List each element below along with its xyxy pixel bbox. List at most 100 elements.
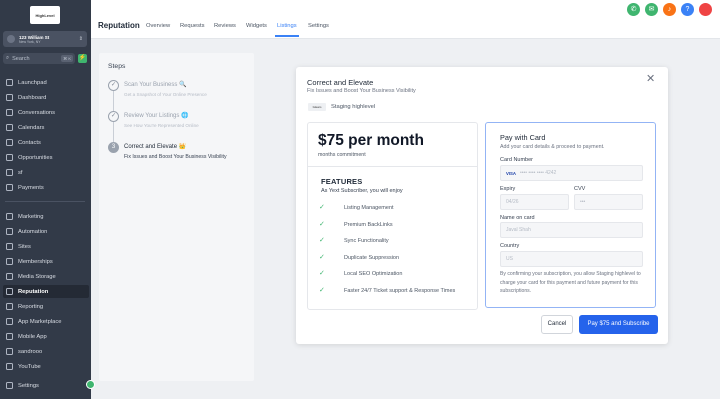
sidebar-item-label: Sites (18, 243, 31, 250)
feature-label: Listing Management (344, 205, 394, 211)
feature-label: Sync Functionality (344, 238, 389, 244)
bell-icon[interactable]: ♪ (663, 3, 676, 16)
rocket-icon (6, 79, 13, 86)
sidebar-item-sites[interactable]: Sites (3, 240, 89, 253)
brand-logo[interactable]: HighLevel (30, 6, 60, 24)
sidebar-item-label: Opportunities (18, 154, 53, 161)
sidebar-item-settings[interactable]: Settings (3, 379, 89, 392)
dashboard-icon (6, 94, 13, 101)
business-name: Staging highlevel (331, 104, 376, 110)
name-on-card-label: Name on card (500, 215, 535, 221)
cvv-label: CVV (574, 186, 586, 192)
sidebar-item-sandrooo[interactable]: sandrooo (3, 345, 89, 358)
step-title[interactable]: Review Your Listings 🌐 (124, 112, 189, 119)
mobile-icon (6, 333, 13, 340)
check-icon: ✓ (319, 270, 325, 277)
chat-icon (6, 109, 13, 116)
feature-item: ✓ Listing Management (319, 204, 462, 212)
sidebar-item-label: Mobile App (18, 333, 47, 340)
sidebar-item-contacts[interactable]: Contacts (3, 136, 89, 149)
sidebar-item-conversations[interactable]: Conversations (3, 106, 89, 119)
youtube-icon (6, 363, 13, 370)
calendar-icon (6, 124, 13, 131)
sidebar-item-label: Settings (18, 382, 39, 389)
features-heading: FEATURES (321, 177, 363, 186)
close-icon[interactable]: ✕ (646, 74, 655, 85)
subscription-dialog: Correct and Elevate Fix Issues and Boost… (296, 67, 668, 344)
location-name: 123 William St (19, 34, 50, 40)
tab-settings[interactable]: Settings (308, 23, 329, 29)
sidebar: HighLevel 123 William St New York, NY ⇕ … (0, 0, 95, 399)
search-shortcut: ⌘ K (61, 55, 73, 62)
feature-label: Faster 24/7 Ticket support & Response Ti… (344, 288, 456, 294)
sidebar-search[interactable]: ⌕ Search ⌘ K (3, 53, 75, 64)
sidebar-item-marketing[interactable]: Marketing (3, 210, 89, 223)
step-title[interactable]: Scan Your Business 🔍 (124, 81, 187, 88)
sidebar-item-label: Contacts (18, 139, 41, 146)
help-icon[interactable]: ? (681, 3, 694, 16)
check-icon: ✓ (319, 254, 325, 261)
search-icon: ⌕ (6, 55, 10, 61)
cvv-field[interactable]: ••• (574, 194, 643, 210)
sidebar-item-automation[interactable]: Automation (3, 225, 89, 238)
name-on-card-field[interactable]: Javal Shah (500, 222, 643, 238)
brand-logo-text: HighLevel (35, 12, 55, 18)
sidebar-item-sf[interactable]: sf (3, 166, 89, 179)
card-number-value: •••• •••• •••• 4242 (520, 170, 557, 176)
sites-icon (6, 243, 13, 250)
tab-widgets[interactable]: Widgets (246, 23, 267, 29)
sidebar-item-launchpad[interactable]: Launchpad (3, 76, 89, 89)
card-number-label: Card Number (500, 157, 534, 163)
card-number-field[interactable]: VISA •••• •••• •••• 4242 (500, 165, 643, 181)
tab-reviews[interactable]: Reviews (214, 23, 236, 29)
sidebar-item-label: App Marketplace (18, 318, 62, 325)
sidebar-divider (5, 201, 85, 202)
quick-action-icon[interactable]: ⚡ (78, 54, 87, 63)
sidebar-item-label: Automation (18, 228, 48, 235)
sidebar-item-dashboard[interactable]: Dashboard (3, 91, 89, 104)
tab-requests[interactable]: Requests (180, 23, 205, 29)
sidebar-item-label: Media Storage (18, 273, 56, 280)
cancel-button[interactable]: Cancel (541, 315, 573, 334)
sidebar-item-label: Dashboard (18, 94, 47, 101)
feature-label: Local SEO Optimization (344, 271, 403, 277)
expiry-field[interactable]: 04/26 (500, 194, 569, 210)
sidebar-item-app-marketplace[interactable]: App Marketplace (3, 315, 89, 328)
step-title[interactable]: Correct and Elevate 👑 (124, 143, 186, 150)
tab-listings[interactable]: Listings (277, 23, 297, 29)
memberships-icon (6, 258, 13, 265)
payment-heading: Pay with Card (500, 133, 546, 142)
sidebar-item-calendars[interactable]: Calendars (3, 121, 89, 134)
tab-overview[interactable]: Overview (146, 23, 170, 29)
page-title: Reputation (98, 21, 140, 30)
steps-heading: Steps (108, 63, 126, 70)
sidebar-item-label: Marketing (18, 213, 44, 220)
sidebar-item-reputation[interactable]: Reputation (3, 285, 89, 298)
sidebar-item-reporting[interactable]: Reporting (3, 300, 89, 313)
sf-icon (6, 169, 13, 176)
dialog-subtitle: Fix Issues and Boost Your Business Visib… (307, 88, 416, 94)
phone-icon[interactable]: ✆ (627, 3, 640, 16)
location-icon (7, 35, 15, 43)
sidebar-item-memberships[interactable]: Memberships (3, 255, 89, 268)
chevron-updown-icon: ⇕ (78, 36, 83, 42)
check-icon: ✓ (319, 221, 325, 228)
step-connector (113, 91, 114, 112)
country-field[interactable]: US (500, 251, 643, 267)
pay-subscribe-button[interactable]: Pay $75 and Subscribe (579, 315, 658, 334)
opportunities-icon (6, 154, 13, 161)
feature-label: Duplicate Suppression (344, 255, 400, 261)
sidebar-item-mobile-app[interactable]: Mobile App (3, 330, 89, 343)
sidebar-item-payments[interactable]: Payments (3, 181, 89, 194)
avatar[interactable] (699, 3, 712, 16)
megaphone-icon[interactable]: ✉ (645, 3, 658, 16)
location-switcher[interactable]: 123 William St New York, NY ⇕ (3, 31, 87, 47)
sidebar-item-youtube[interactable]: YouTube (3, 360, 89, 373)
check-icon: ✓ (319, 287, 325, 294)
sidebar-item-label: Conversations (18, 109, 56, 116)
sidebar-item-media-storage[interactable]: Media Storage (3, 270, 89, 283)
sidebar-item-label: Calendars (18, 124, 45, 131)
sidebar-item-label: YouTube (18, 363, 41, 370)
sidebar-item-opportunities[interactable]: Opportunities (3, 151, 89, 164)
pricing-card: $75 per month months commitment FEATURES… (307, 122, 478, 310)
